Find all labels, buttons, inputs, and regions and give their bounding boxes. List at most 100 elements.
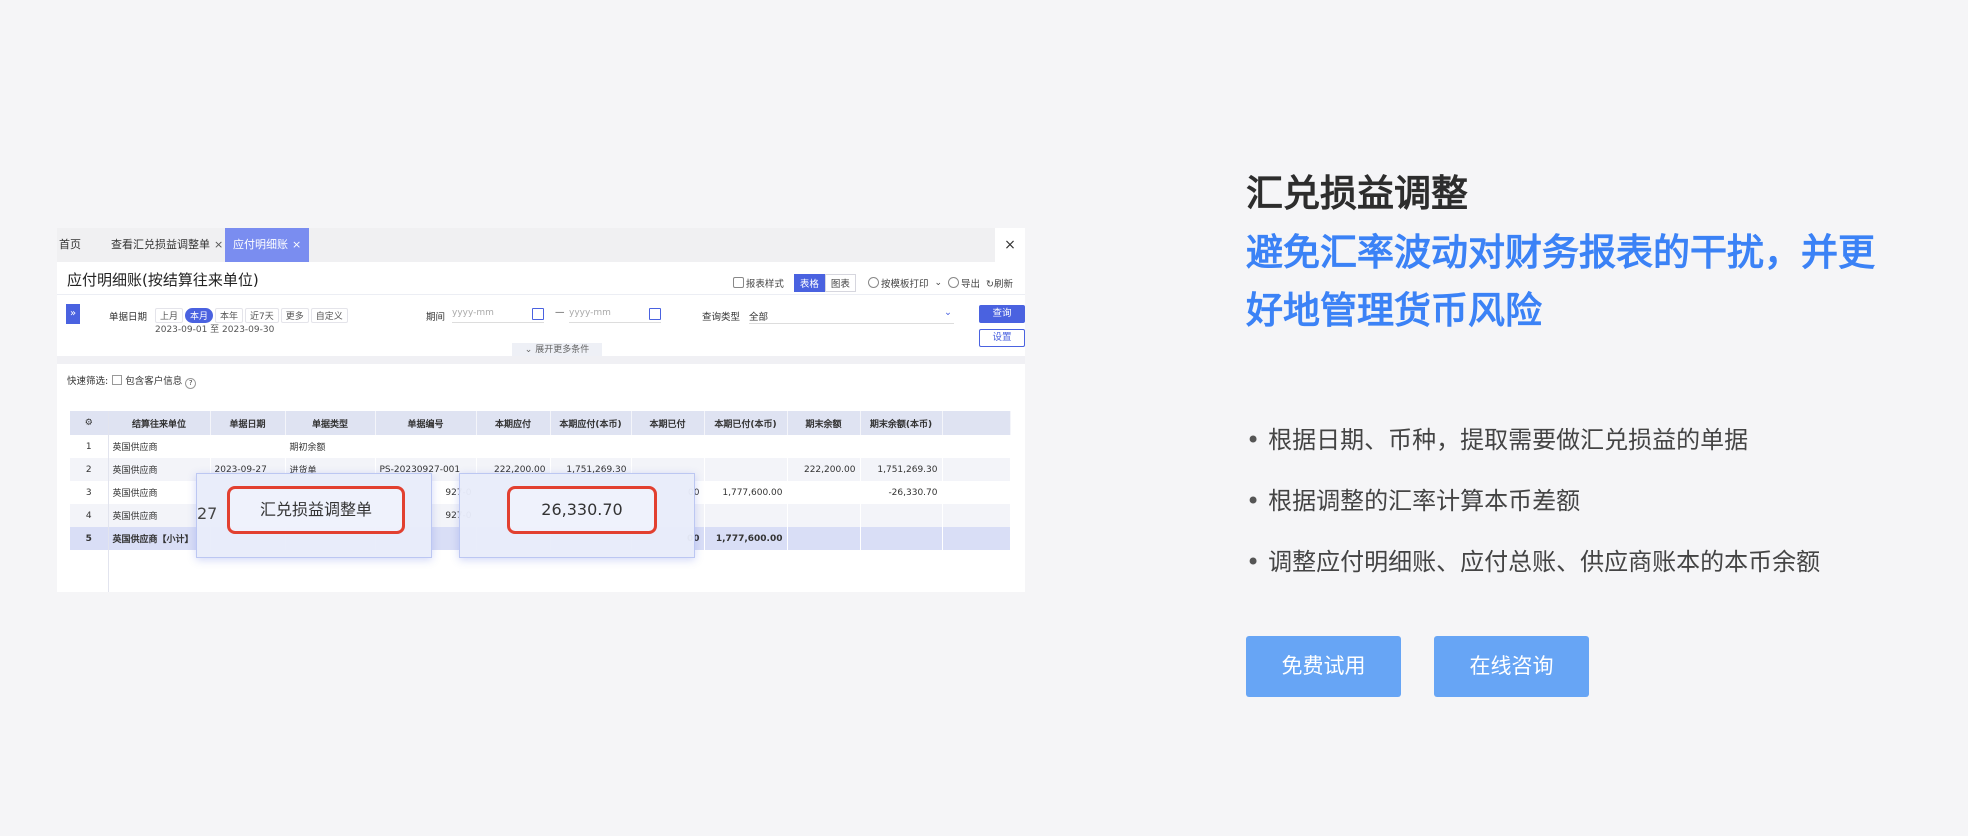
expand-icon[interactable]: »	[66, 304, 80, 324]
feature-subtitle: 避免汇率波动对财务报表的干扰，并更好地管理货币风险	[1246, 231, 1875, 332]
tab-label: 查看汇兑损益调整单	[111, 238, 210, 251]
period-end-input[interactable]: yyyy-mm	[569, 308, 661, 323]
column-header-spacer	[942, 411, 1011, 435]
cell-partner: 英国供应商【小计】	[108, 527, 210, 550]
refresh-button[interactable]: ↻刷新	[986, 276, 1013, 290]
print-template-label: 按模板打印	[880, 279, 929, 290]
cell-balance-local	[860, 504, 942, 527]
tab-label: 首页	[59, 238, 81, 251]
export-icon	[948, 277, 959, 288]
magnifier-fragment: 27	[197, 504, 218, 523]
cell-partner: 英国供应商	[108, 458, 210, 481]
column-header[interactable]: 本期已付(本币)	[704, 411, 788, 435]
cell-doc-type: 期初余额	[289, 443, 326, 453]
filter-panel: » 单据日期 上月 本月 本年 近7天 更多 自定义 2023-09-01 至 2023-…	[57, 294, 1025, 357]
report-toolbar: 报表样式 表格 图表 按模板打印 ⌄ 导出 ↻刷新	[732, 274, 1013, 292]
period-start-placeholder: yyyy-mm	[452, 308, 494, 318]
tab-label: 应付明细账	[233, 238, 288, 251]
query-type-value: 全部	[749, 312, 769, 323]
close-icon[interactable]: ×	[995, 228, 1025, 262]
feature-bullet-list: 根据日期、币种，提取需要做汇兑损益的单据 根据调整的汇率计算本币差额 调整应付明…	[1246, 418, 1820, 601]
more-conditions-label: 展开更多条件	[535, 345, 590, 355]
free-trial-button[interactable]: 免费试用	[1246, 636, 1401, 697]
cell-paid-local: 1,777,600.00	[704, 527, 787, 550]
doc-date-label: 单据日期	[109, 312, 148, 323]
period-label: 期间	[426, 312, 446, 323]
exchange-adjustment-callout: 汇兑损益调整单	[227, 486, 405, 534]
quick-filter-label: 快速筛选:	[67, 376, 109, 387]
column-header[interactable]: 结算往来单位	[108, 411, 211, 435]
period-separator: —	[555, 307, 565, 318]
tab-payable-ledger[interactable]: 应付明细账 ×	[225, 228, 310, 262]
online-consult-button[interactable]: 在线咨询	[1434, 636, 1589, 697]
column-header[interactable]: 期末余额(本币)	[860, 411, 943, 435]
app-screenshot: 首页 查看汇兑损益调整单 × 应付明细账 × × 应付明细账(按结算往来单位) 报表…	[57, 228, 1025, 592]
calendar-icon	[649, 308, 661, 320]
adjustment-amount-callout: 26,330.70	[507, 486, 657, 534]
include-customer-label: 包含客户信息	[125, 376, 183, 387]
row-index: 1	[85, 441, 92, 452]
column-header[interactable]: 单据编号	[375, 411, 477, 435]
column-header[interactable]: 本期已付	[631, 411, 705, 435]
feature-bullet: 调整应付明细账、应付总账、供应商账本的本币余额	[1246, 540, 1820, 601]
more-conditions-button[interactable]: ⌄ 展开更多条件	[512, 343, 602, 357]
column-header[interactable]: 本期应付(本币)	[550, 411, 632, 435]
period-start-input[interactable]: yyyy-mm	[452, 308, 544, 323]
date-chip-this-year[interactable]: 本年	[215, 308, 244, 323]
date-chip-this-month[interactable]: 本月	[185, 308, 214, 323]
chevron-down-icon[interactable]: ⌄	[934, 278, 942, 288]
report-style-icon	[732, 277, 744, 288]
cell-payable-local	[550, 435, 631, 458]
include-customer-checkbox[interactable]	[112, 375, 123, 385]
date-chip-last-7-days[interactable]: 近7天	[245, 308, 279, 323]
settings-button[interactable]: 设置	[979, 329, 1025, 347]
column-header[interactable]: 单据日期	[210, 411, 286, 435]
cell-balance-local	[860, 435, 942, 458]
date-chip-custom[interactable]: 自定义	[310, 308, 348, 323]
date-chip-more[interactable]: 更多	[280, 308, 309, 323]
period-end-placeholder: yyyy-mm	[569, 308, 611, 318]
cell-balance	[787, 435, 860, 458]
cell-paid-local	[704, 435, 787, 458]
page-title: 应付明细账(按结算往来单位)	[67, 271, 259, 289]
column-header[interactable]: 单据类型	[285, 411, 376, 435]
calendar-icon	[532, 308, 544, 320]
tab-home[interactable]: 首页	[59, 228, 81, 262]
cell-date	[210, 435, 285, 458]
tab-exchange-adjustment-view[interactable]: 查看汇兑损益调整单 ×	[111, 228, 223, 262]
print-icon	[867, 277, 879, 288]
query-type-select[interactable]: 全部 ⌄	[749, 307, 954, 324]
report-style-label: 报表样式	[745, 279, 784, 290]
section-divider	[57, 356, 1025, 364]
table-settings-icon[interactable]: ⚙	[70, 411, 109, 435]
cell-balance-local: -26,330.70	[888, 487, 938, 498]
row-index: 4	[70, 504, 108, 527]
report-style-button[interactable]: 报表样式	[732, 276, 784, 290]
cell-paid	[631, 435, 704, 458]
chevron-down-icon: ⌄	[944, 307, 952, 318]
cell-payable	[476, 435, 550, 458]
view-chart-toggle[interactable]: 图表	[824, 274, 856, 292]
cell-partner: 英国供应商	[112, 489, 158, 499]
print-template-button[interactable]: 按模板打印	[867, 276, 929, 290]
view-table-toggle[interactable]: 表格	[793, 274, 825, 292]
amount-magnifier: 26,330.70	[459, 473, 695, 558]
help-icon[interactable]: ?	[185, 378, 197, 389]
feature-bullet: 根据调整的汇率计算本币差额	[1246, 479, 1820, 540]
tab-close-icon[interactable]: ×	[292, 238, 301, 251]
cell-partner: 英国供应商	[108, 504, 210, 527]
column-header[interactable]: 期末余额	[787, 411, 861, 435]
tab-close-icon[interactable]: ×	[214, 238, 223, 251]
cell-balance-local	[860, 527, 942, 550]
export-button[interactable]: 导出	[948, 276, 980, 290]
query-button[interactable]: 查询	[979, 305, 1025, 323]
date-chip-last-month[interactable]: 上月	[155, 308, 184, 323]
table-row[interactable]: 1 英国供应商 期初余额	[70, 435, 1010, 458]
cell-balance: 222,200.00	[787, 458, 860, 481]
column-header[interactable]: 本期应付	[476, 411, 551, 435]
cell-paid-local	[704, 458, 787, 481]
cell-balance	[787, 481, 860, 504]
cell-paid-local: 1,777,600.00	[722, 487, 783, 498]
row-index: 2	[70, 458, 108, 481]
refresh-label: 刷新	[993, 279, 1013, 290]
